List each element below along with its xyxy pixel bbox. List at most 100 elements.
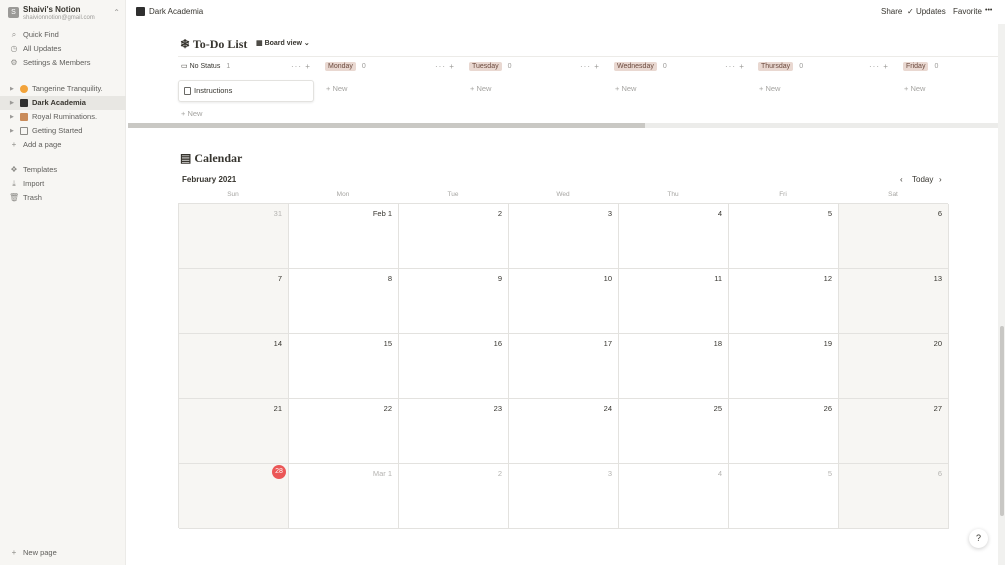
column-friday[interactable]: Friday 0 bbox=[903, 62, 938, 74]
sidebar-page-tangerine[interactable]: ▶ Tangerine Tranquility. bbox=[0, 82, 126, 96]
more-options-button[interactable]: ••• bbox=[985, 7, 992, 14]
column-tools[interactable]: ··· + bbox=[869, 62, 889, 71]
new-card-button[interactable]: + New bbox=[326, 84, 347, 93]
sidebar-item-import[interactable]: ⤓ Import bbox=[0, 177, 126, 191]
calendar-day-cell[interactable]: 19 bbox=[729, 334, 839, 399]
calendar-day-cell[interactable]: 24 bbox=[509, 399, 619, 464]
prev-month-button[interactable]: ‹ bbox=[900, 175, 903, 184]
sidebar-add-page[interactable]: + Add a page bbox=[0, 138, 126, 152]
calendar-day-cell[interactable]: 2 bbox=[399, 204, 509, 269]
calendar-day-cell[interactable]: 4 bbox=[619, 204, 729, 269]
sidebar: S Shaivi's Notion shaivionnotion@gmail.c… bbox=[0, 0, 126, 565]
weekday-label: Thu bbox=[667, 191, 679, 198]
new-card-button[interactable]: + New bbox=[904, 84, 925, 93]
calendar-day-cell[interactable]: 28 bbox=[179, 464, 289, 529]
calendar-day-cell[interactable]: 7 bbox=[179, 269, 289, 334]
workspace-name: Shaivi's Notion bbox=[23, 5, 81, 14]
new-card-button[interactable]: + New bbox=[615, 84, 636, 93]
column-no-status[interactable]: ▭ No Status 1 bbox=[181, 62, 230, 74]
sidebar-item-all-updates[interactable]: ◷ All Updates bbox=[0, 42, 126, 56]
breadcrumb[interactable]: Dark Academia bbox=[149, 7, 203, 16]
column-tools[interactable]: ··· + bbox=[725, 62, 745, 71]
calendar-day-cell[interactable]: 3 bbox=[509, 464, 619, 529]
calendar-day-cell[interactable]: Mar 1 bbox=[289, 464, 399, 529]
expand-arrow-icon[interactable]: ▶ bbox=[10, 110, 14, 124]
updates-button[interactable]: ✓ Updates bbox=[907, 7, 946, 16]
calendar-day-cell[interactable]: 20 bbox=[839, 334, 949, 399]
calendar-day-cell[interactable]: 21 bbox=[179, 399, 289, 464]
calendar-day-cell[interactable]: 6 bbox=[839, 204, 949, 269]
calendar-day-cell[interactable]: 17 bbox=[509, 334, 619, 399]
calendar-day-cell[interactable]: 14 bbox=[179, 334, 289, 399]
calendar-day-cell[interactable]: 8 bbox=[289, 269, 399, 334]
board-title[interactable]: ❄ To-Do List bbox=[180, 37, 247, 52]
calendar-day-cell[interactable]: 3 bbox=[509, 204, 619, 269]
calendar-day-number: 5 bbox=[827, 469, 832, 478]
new-card-button[interactable]: + New bbox=[181, 109, 202, 118]
sidebar-item-quick-find[interactable]: ⌕ Quick Find bbox=[0, 28, 126, 42]
page-icon bbox=[184, 87, 191, 95]
help-button[interactable]: ? bbox=[969, 529, 988, 548]
calendar-day-cell[interactable]: 5 bbox=[729, 464, 839, 529]
snowflake-icon: ❄ bbox=[180, 37, 191, 51]
column-tuesday[interactable]: Tuesday 0 bbox=[469, 62, 512, 74]
calendar-title-text: Calendar bbox=[194, 151, 243, 165]
calendar-day-cell[interactable]: 9 bbox=[399, 269, 509, 334]
calendar-day-number: 19 bbox=[823, 339, 832, 348]
column-count: 0 bbox=[361, 63, 366, 70]
calendar-day-cell[interactable]: 31 bbox=[179, 204, 289, 269]
calendar-day-number: 7 bbox=[277, 274, 282, 283]
workspace-switcher[interactable]: S Shaivi's Notion shaivionnotion@gmail.c… bbox=[8, 4, 122, 24]
calendar-day-cell[interactable]: 27 bbox=[839, 399, 949, 464]
column-tools[interactable]: ··· + bbox=[580, 62, 600, 71]
vertical-scrollbar-thumb[interactable] bbox=[1000, 326, 1004, 516]
calendar-day-cell[interactable]: Feb 1 bbox=[289, 204, 399, 269]
sidebar-item-trash[interactable]: 🗑 Trash bbox=[0, 191, 126, 205]
calendar-day-cell[interactable]: 22 bbox=[289, 399, 399, 464]
calendar-day-cell[interactable]: 2 bbox=[399, 464, 509, 529]
calendar-day-cell[interactable]: 15 bbox=[289, 334, 399, 399]
new-card-button[interactable]: + New bbox=[759, 84, 780, 93]
new-card-button[interactable]: + New bbox=[470, 84, 491, 93]
calendar-title[interactable]: ▤ Calendar bbox=[180, 151, 242, 166]
calendar-day-cell[interactable]: 18 bbox=[619, 334, 729, 399]
calendar-day-number: 3 bbox=[607, 469, 612, 478]
sidebar-new-page[interactable]: + New page bbox=[0, 546, 126, 560]
expand-arrow-icon[interactable]: ▶ bbox=[10, 82, 14, 96]
column-tools[interactable]: ··· + bbox=[435, 62, 455, 71]
board-view-switcher[interactable]: ▦ Board view ⌄ bbox=[256, 39, 310, 47]
sidebar-page-dark-academia[interactable]: ▶ Dark Academia bbox=[0, 96, 126, 110]
calendar-day-cell[interactable]: 6 bbox=[839, 464, 949, 529]
column-thursday[interactable]: Thursday 0 bbox=[758, 62, 803, 74]
expand-arrow-icon[interactable]: ▶ bbox=[10, 96, 14, 110]
sidebar-page-royal[interactable]: ▶ Royal Ruminations. bbox=[0, 110, 126, 124]
column-tools[interactable]: ··· + bbox=[291, 62, 311, 71]
calendar-day-cell[interactable]: 5 bbox=[729, 204, 839, 269]
calendar-day-cell[interactable]: 11 bbox=[619, 269, 729, 334]
weekday-label: Mon bbox=[336, 191, 350, 198]
calendar-day-number: 25 bbox=[713, 404, 722, 413]
calendar-day-cell[interactable]: 26 bbox=[729, 399, 839, 464]
sidebar-page-getting-started[interactable]: ▶ Getting Started bbox=[0, 124, 126, 138]
calendar-day-number: 12 bbox=[823, 274, 832, 283]
favorite-button[interactable]: Favorite bbox=[953, 7, 982, 16]
calendar-day-cell[interactable]: 12 bbox=[729, 269, 839, 334]
calendar-day-cell[interactable]: 23 bbox=[399, 399, 509, 464]
expand-arrow-icon[interactable]: ▶ bbox=[10, 124, 14, 138]
column-monday[interactable]: Monday 0 bbox=[325, 62, 366, 74]
horizontal-scrollbar-thumb[interactable] bbox=[128, 123, 645, 128]
calendar-day-cell[interactable]: 13 bbox=[839, 269, 949, 334]
sidebar-item-settings[interactable]: ⚙ Settings & Members bbox=[0, 56, 126, 70]
share-button[interactable]: Share bbox=[881, 7, 902, 16]
column-wednesday[interactable]: Wednesday 0 bbox=[614, 62, 667, 74]
plus-icon: + bbox=[11, 140, 17, 149]
sidebar-item-templates[interactable]: ❖ Templates bbox=[0, 163, 126, 177]
calendar-day-cell[interactable]: 16 bbox=[399, 334, 509, 399]
today-button[interactable]: Today bbox=[912, 175, 933, 184]
board-card[interactable]: Instructions bbox=[178, 80, 314, 102]
column-label: No Status bbox=[189, 63, 221, 70]
calendar-day-cell[interactable]: 10 bbox=[509, 269, 619, 334]
next-month-button[interactable]: › bbox=[939, 175, 942, 184]
calendar-day-cell[interactable]: 4 bbox=[619, 464, 729, 529]
calendar-day-cell[interactable]: 25 bbox=[619, 399, 729, 464]
